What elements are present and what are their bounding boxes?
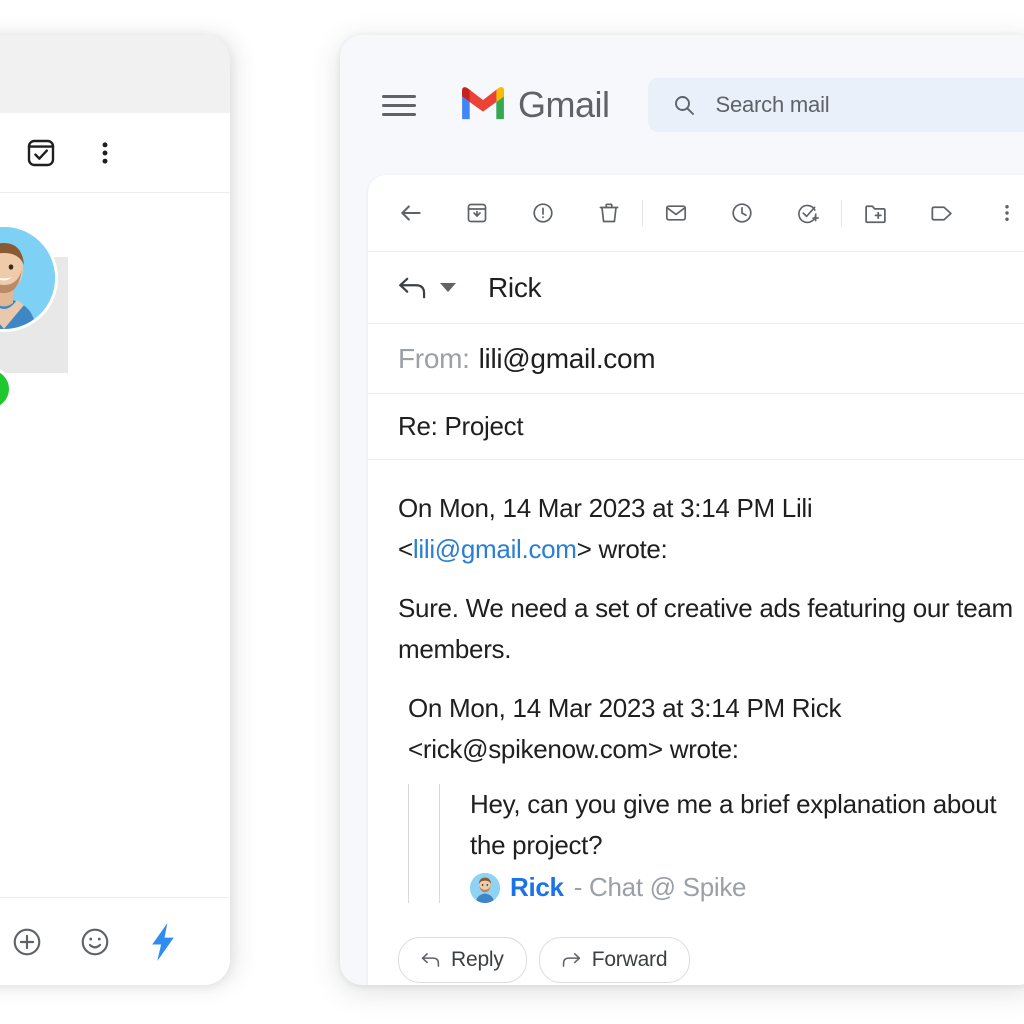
reply-sender-row: Rick	[368, 251, 1024, 323]
hamburger-menu-icon[interactable]	[382, 87, 418, 123]
forward-icon	[562, 951, 582, 969]
toolbar-divider	[642, 200, 643, 226]
quote-header-rick: On Mon, 14 Mar 2023 at 3:14 PM Rick <ric…	[408, 688, 1024, 770]
gmail-window: Gmail Search mail Rick From: lili@gmail.…	[340, 35, 1024, 985]
chat-toolbar	[0, 113, 230, 193]
reply-button-label: Reply	[451, 948, 504, 971]
forward-button-label: Forward	[591, 948, 668, 971]
search-icon	[672, 93, 696, 117]
quoted-block-level-1: On Mon, 14 Mar 2023 at 3:14 PM Rick <ric…	[408, 688, 1024, 903]
email-body: On Mon, 14 Mar 2023 at 3:14 PM Lili <lil…	[368, 459, 1024, 985]
search-input[interactable]: Search mail	[647, 78, 1024, 132]
spike-chat-panel: brief oject?	[0, 35, 230, 985]
reply-icon[interactable]	[398, 275, 428, 301]
reply-icon	[421, 951, 441, 969]
search-placeholder: Search mail	[715, 92, 830, 117]
chevron-down-icon[interactable]	[440, 283, 456, 292]
reply-forward-buttons: Reply Forward	[398, 903, 1024, 985]
from-row: From: lili@gmail.com	[368, 323, 1024, 393]
label-icon[interactable]	[926, 198, 956, 228]
sender-name: Rick	[488, 271, 542, 303]
email-detail-card: Rick From: lili@gmail.com Re: Project On…	[368, 175, 1024, 985]
signature-source: - Chat @ Spike	[573, 872, 747, 902]
from-value: lili@gmail.com	[478, 342, 656, 374]
email-link[interactable]: lili@gmail.com	[413, 534, 577, 564]
emoji-icon[interactable]	[78, 925, 112, 959]
spike-bolt-icon[interactable]	[146, 922, 180, 961]
spike-signature: Rick - Chat @ Spike	[470, 872, 1024, 903]
chat-panel-header-strip	[0, 35, 230, 113]
gmail-logo-icon	[458, 84, 508, 127]
delete-icon[interactable]	[594, 198, 624, 228]
message-body-rick: Hey, can you give me a brief explanation…	[470, 789, 997, 860]
reply-button[interactable]: Reply	[398, 937, 527, 983]
subject-row: Re: Project	[368, 393, 1024, 459]
quoted-block-level-3: Hey, can you give me a brief explanation…	[439, 784, 1024, 903]
snooze-clock-icon[interactable]	[727, 198, 757, 228]
more-options-icon[interactable]	[992, 198, 1022, 228]
gmail-top-bar: Gmail Search mail	[340, 35, 1024, 175]
chat-message-row: brief oject?	[0, 213, 230, 443]
tasks-checkbox-icon[interactable]	[24, 136, 58, 170]
signature-name: Rick	[510, 872, 564, 902]
add-to-tasks-icon[interactable]	[793, 198, 823, 228]
mark-unread-icon[interactable]	[661, 198, 691, 228]
screenshot-root: brief oject?	[0, 0, 1024, 1024]
chat-composer-bar	[0, 897, 230, 985]
archive-icon[interactable]	[462, 198, 492, 228]
gmail-brand: Gmail	[458, 84, 610, 127]
more-options-icon[interactable]	[88, 136, 122, 170]
forward-button[interactable]: Forward	[538, 937, 691, 983]
quoted-block-level-2: Hey, can you give me a brief explanation…	[408, 784, 1024, 903]
quote-header-rick-date: On Mon, 14 Mar 2023 at 3:14 PM Rick	[408, 693, 842, 723]
gmail-wordmark: Gmail	[518, 84, 610, 125]
report-spam-icon[interactable]	[528, 198, 558, 228]
toolbar-divider	[841, 200, 842, 226]
move-to-folder-icon[interactable]	[860, 198, 890, 228]
email-action-toolbar	[368, 175, 1024, 251]
quote-header-lili-gt: > wrote:	[576, 534, 668, 564]
message-body-lili: Sure. We need a set of creative ads feat…	[398, 593, 1013, 664]
avatar	[470, 872, 500, 903]
from-label: From:	[398, 342, 470, 374]
quote-header-lili-lt: <	[398, 534, 413, 564]
quote-header-lili-date: On Mon, 14 Mar 2023 at 3:14 PM Lili	[398, 493, 813, 523]
quote-header-rick-email: <rick@spikenow.com> wrote:	[408, 734, 739, 764]
subject-text: Re: Project	[398, 411, 524, 441]
message-seen-badge	[0, 370, 9, 408]
quote-header-lili: On Mon, 14 Mar 2023 at 3:14 PM Lili <lil…	[398, 488, 1024, 570]
back-icon[interactable]	[396, 198, 426, 228]
add-attachment-icon[interactable]	[10, 925, 44, 959]
